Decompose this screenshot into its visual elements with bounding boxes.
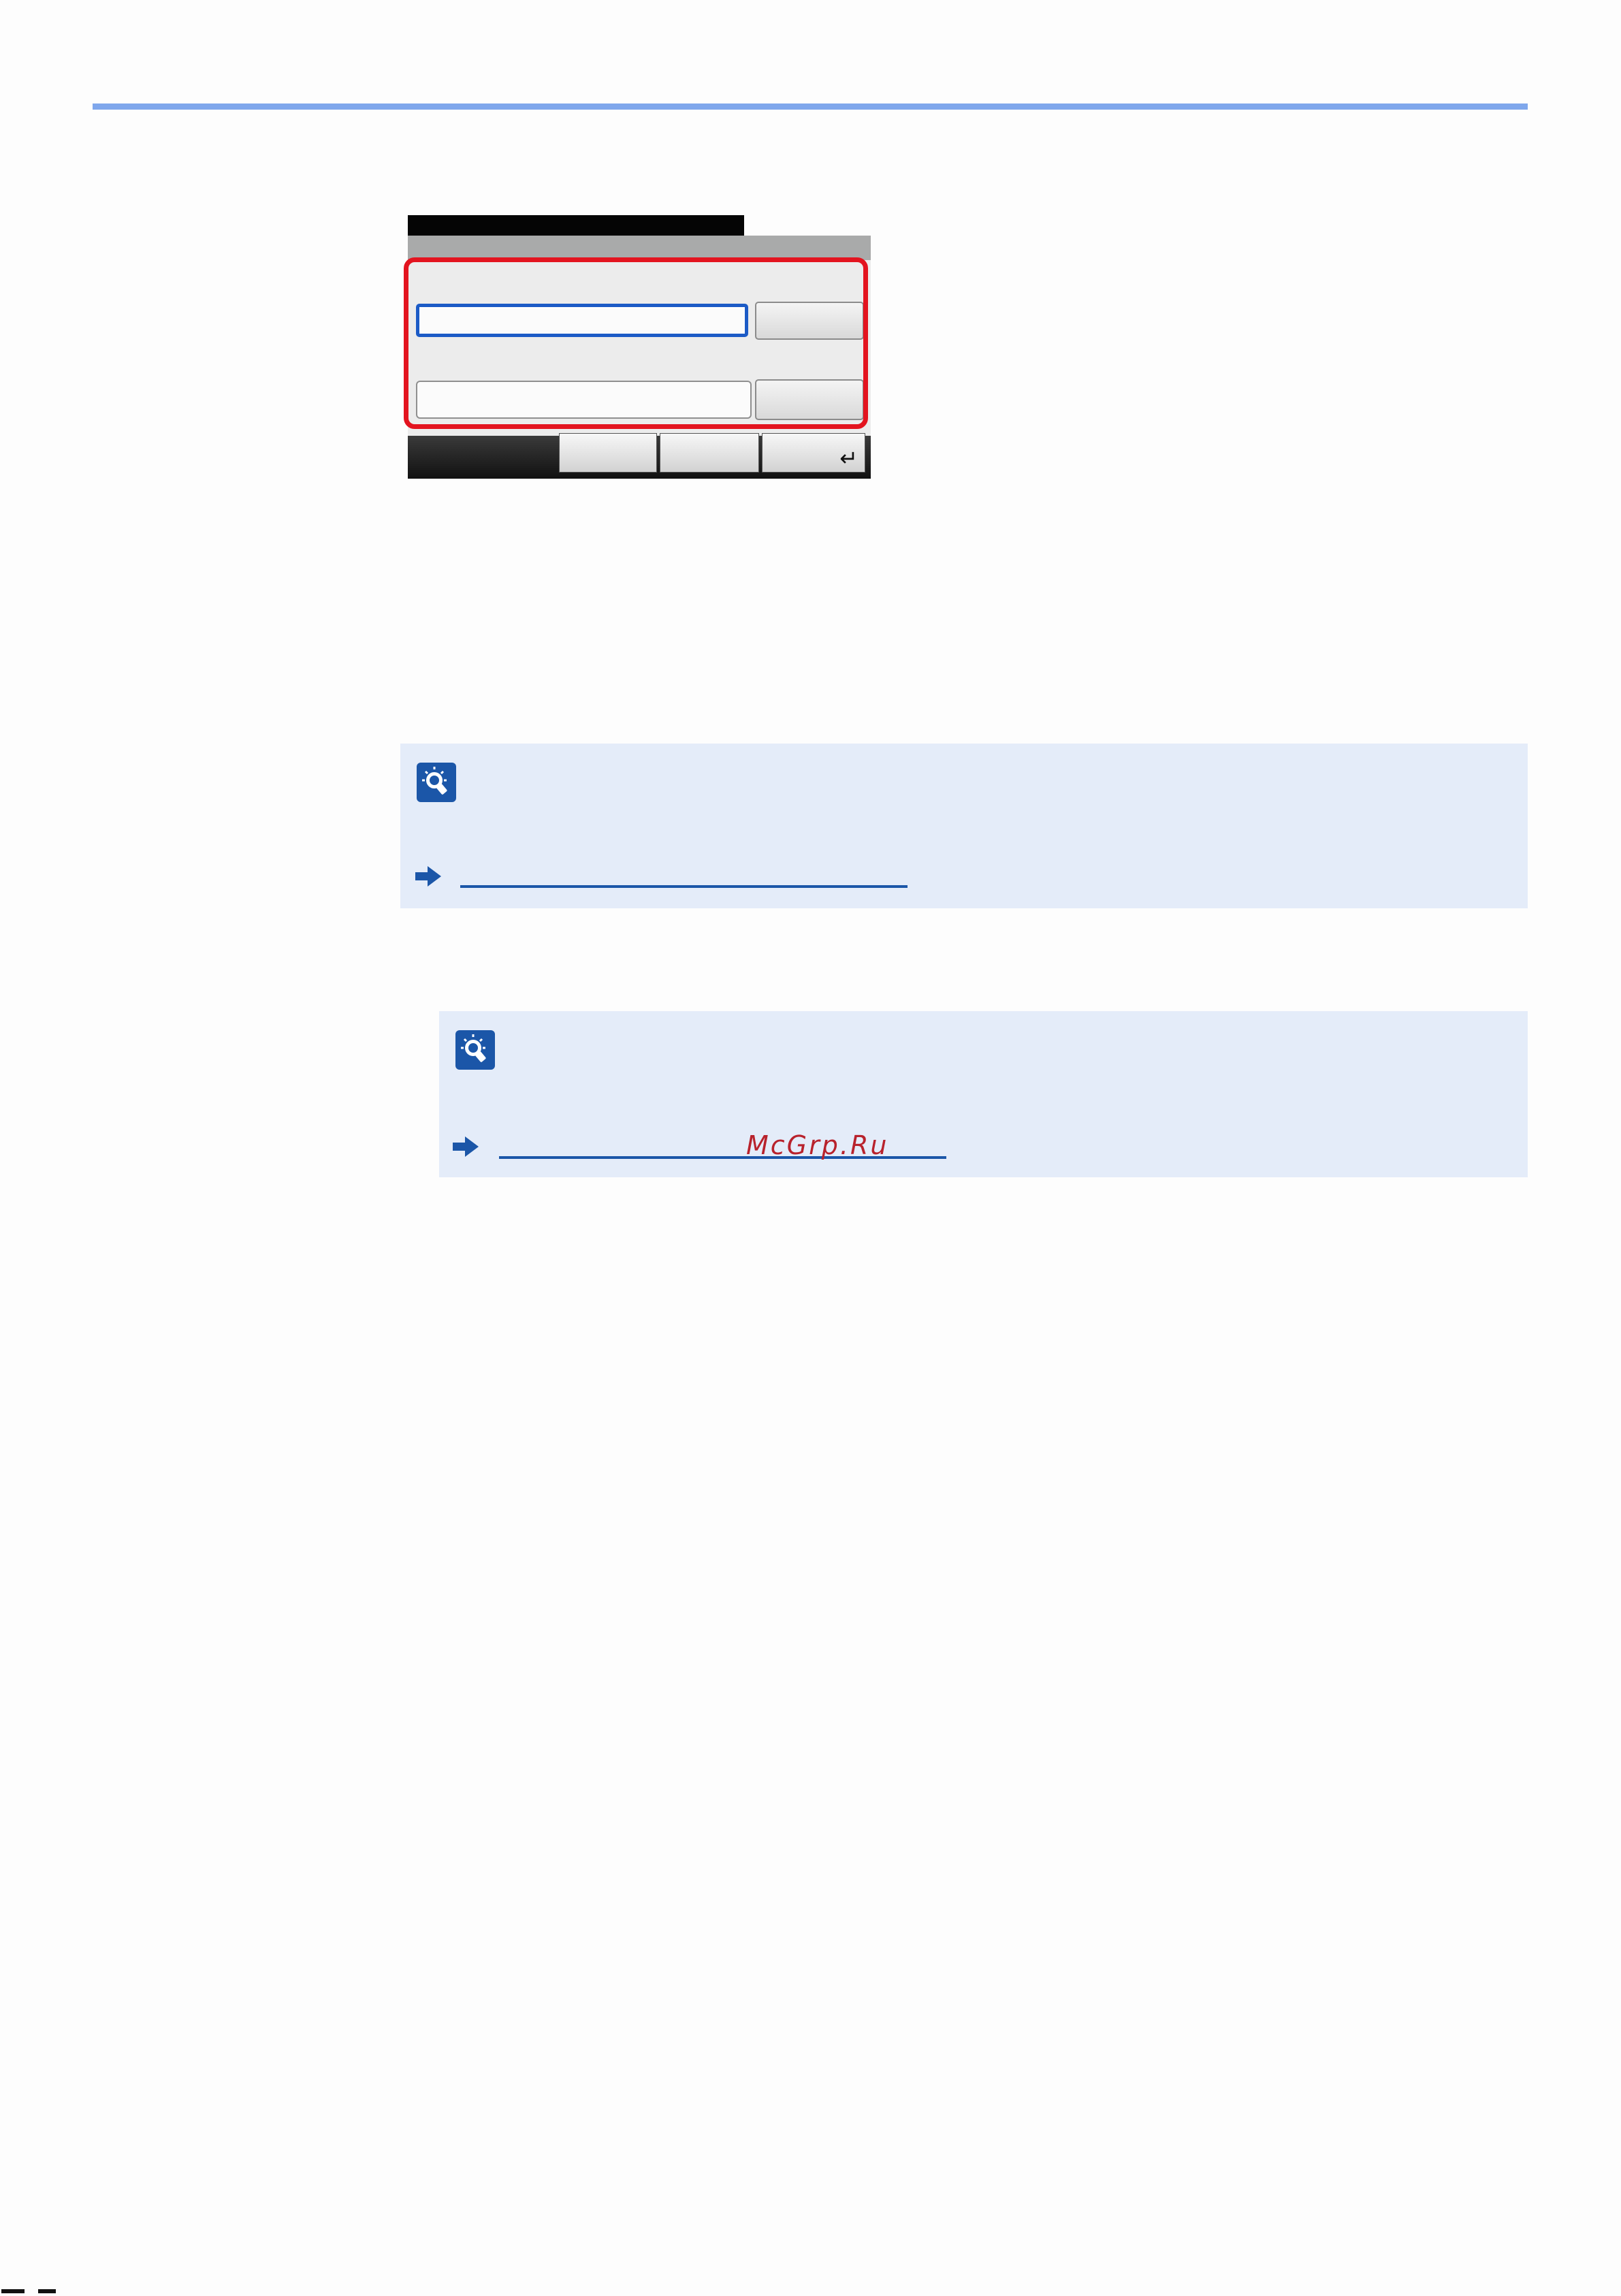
watermark: McGrp.Ru [746,1130,889,1160]
footer-button-1[interactable] [559,433,657,473]
right-arrow-icon [453,1136,479,1157]
note-box [400,744,1528,908]
enter-return-icon: ↵ [839,445,858,471]
highlight-frame [404,257,868,429]
panel-title-bar [408,215,744,236]
header-rule [93,103,1528,110]
login-button[interactable]: ↵ [762,433,865,473]
operation-panel-screenshot: ↵ [404,215,871,479]
note-box [439,1011,1528,1177]
right-arrow-icon [415,866,441,887]
lightbulb-hint-icon [417,763,456,802]
panel-header-bar [408,236,871,260]
lightbulb-hint-icon [455,1030,495,1070]
reference-link[interactable] [460,885,908,888]
footer-button-2[interactable] [660,433,759,473]
page-number-fragment [0,2282,75,2294]
